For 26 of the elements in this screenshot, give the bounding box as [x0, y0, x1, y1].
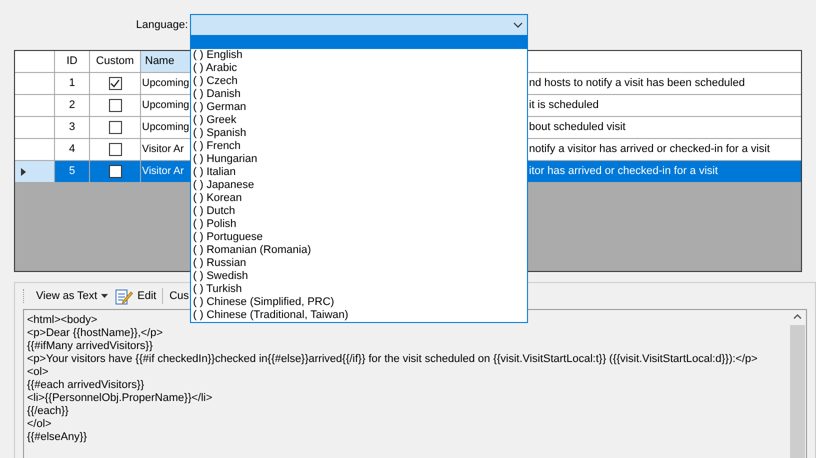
code-line: {{#ifMany arrivedVisitors}}: [27, 340, 153, 353]
table-cell-text: notify a visitor has arrived or checked-in for a visit: [529, 142, 771, 158]
code-line: {{#each arrivedVisitors}}: [27, 379, 144, 392]
language-label: Language:: [136, 18, 188, 33]
code-line: {{/each}}: [27, 405, 69, 418]
code-line: <html><body>: [27, 314, 98, 327]
code-line: <li>{{PersonnelObj.ProperName}}</li>: [27, 392, 212, 405]
table-cell: 1: [55, 73, 90, 94]
table-cell-text: itor has arrived or checked-in for a visit: [529, 164, 719, 180]
table-cell-text: Upcoming: [141, 120, 189, 135]
code-line: </ol>: [27, 418, 52, 431]
table-cell-text: Visitor Ar: [141, 164, 185, 179]
code-line: <p>Your visitors have {{#if checkedIn}}checked in{{#else}}arrived{{/if}} for the visit scheduled on {{visit.VisitStartLocal:t}} ({{visit.VisitStartLocal:d}}):</p>: [27, 353, 758, 366]
code-line: <ol>: [27, 366, 48, 379]
table-cell-text: Upcoming: [141, 76, 189, 91]
table-cell: 3: [55, 117, 90, 138]
table-cell: 5: [55, 161, 90, 182]
code-line: {{#elseAny}}: [27, 431, 87, 444]
table-cell-text: it is scheduled: [529, 98, 600, 114]
table-cell-text: bout scheduled visit: [529, 120, 627, 136]
table-cell-text: Upcoming: [141, 98, 189, 113]
table-cell: 4: [55, 139, 90, 160]
table-cell-text: Visitor Ar: [141, 142, 185, 157]
table-cell: 2: [55, 95, 90, 116]
table-cell-text: nd hosts to notify a visit has been scheduled: [529, 76, 746, 92]
code-line: <p>Dear {{hostName}},</p>: [27, 327, 163, 340]
